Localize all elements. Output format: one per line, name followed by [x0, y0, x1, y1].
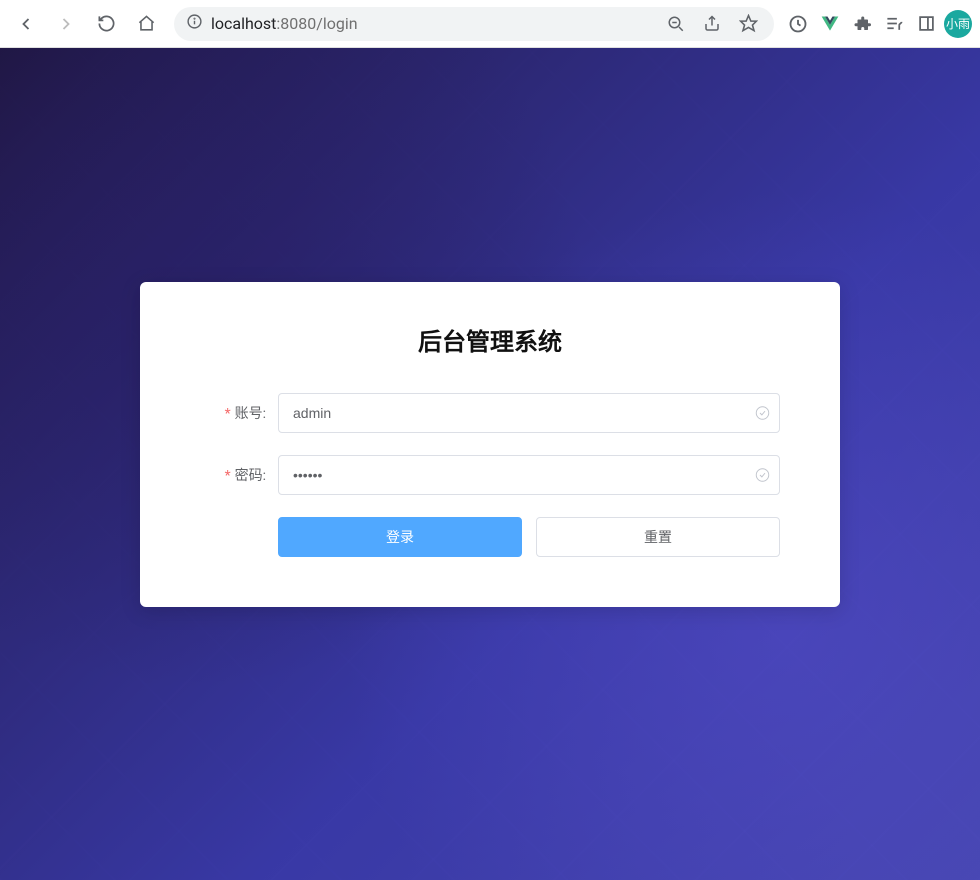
card-title: 后台管理系统 [200, 322, 780, 357]
password-row: *密码: [200, 455, 780, 495]
bookmark-star-icon[interactable] [734, 10, 762, 38]
back-button[interactable] [8, 6, 44, 42]
reload-button[interactable] [88, 6, 124, 42]
url-text: localhost:8080/login [211, 14, 654, 33]
clock-icon[interactable] [784, 10, 812, 38]
browser-toolbar: localhost:8080/login 小雨 [0, 0, 980, 48]
login-button[interactable]: 登录 [278, 517, 522, 557]
vue-devtools-icon[interactable] [816, 10, 844, 38]
info-icon[interactable] [186, 13, 203, 34]
home-button[interactable] [128, 6, 164, 42]
username-input[interactable] [278, 393, 780, 433]
password-input[interactable] [278, 455, 780, 495]
reset-button[interactable]: 重置 [536, 517, 780, 557]
forward-button[interactable] [48, 6, 84, 42]
playlist-icon[interactable] [880, 10, 908, 38]
login-card: 后台管理系统 *账号: *密码: [140, 282, 840, 607]
extensions-icon[interactable] [848, 10, 876, 38]
address-bar[interactable]: localhost:8080/login [174, 7, 774, 41]
username-label: *账号: [200, 403, 278, 423]
page-background: 后台管理系统 *账号: *密码: [0, 48, 980, 880]
button-row: 登录 重置 [278, 517, 780, 557]
password-label: *密码: [200, 465, 278, 485]
panel-icon[interactable] [912, 10, 940, 38]
check-circle-icon [755, 467, 770, 482]
share-icon[interactable] [698, 10, 726, 38]
required-asterisk: * [225, 468, 231, 484]
zoom-icon[interactable] [662, 10, 690, 38]
required-asterisk: * [225, 406, 231, 422]
check-circle-icon [755, 405, 770, 420]
profile-avatar[interactable]: 小雨 [944, 10, 972, 38]
username-row: *账号: [200, 393, 780, 433]
